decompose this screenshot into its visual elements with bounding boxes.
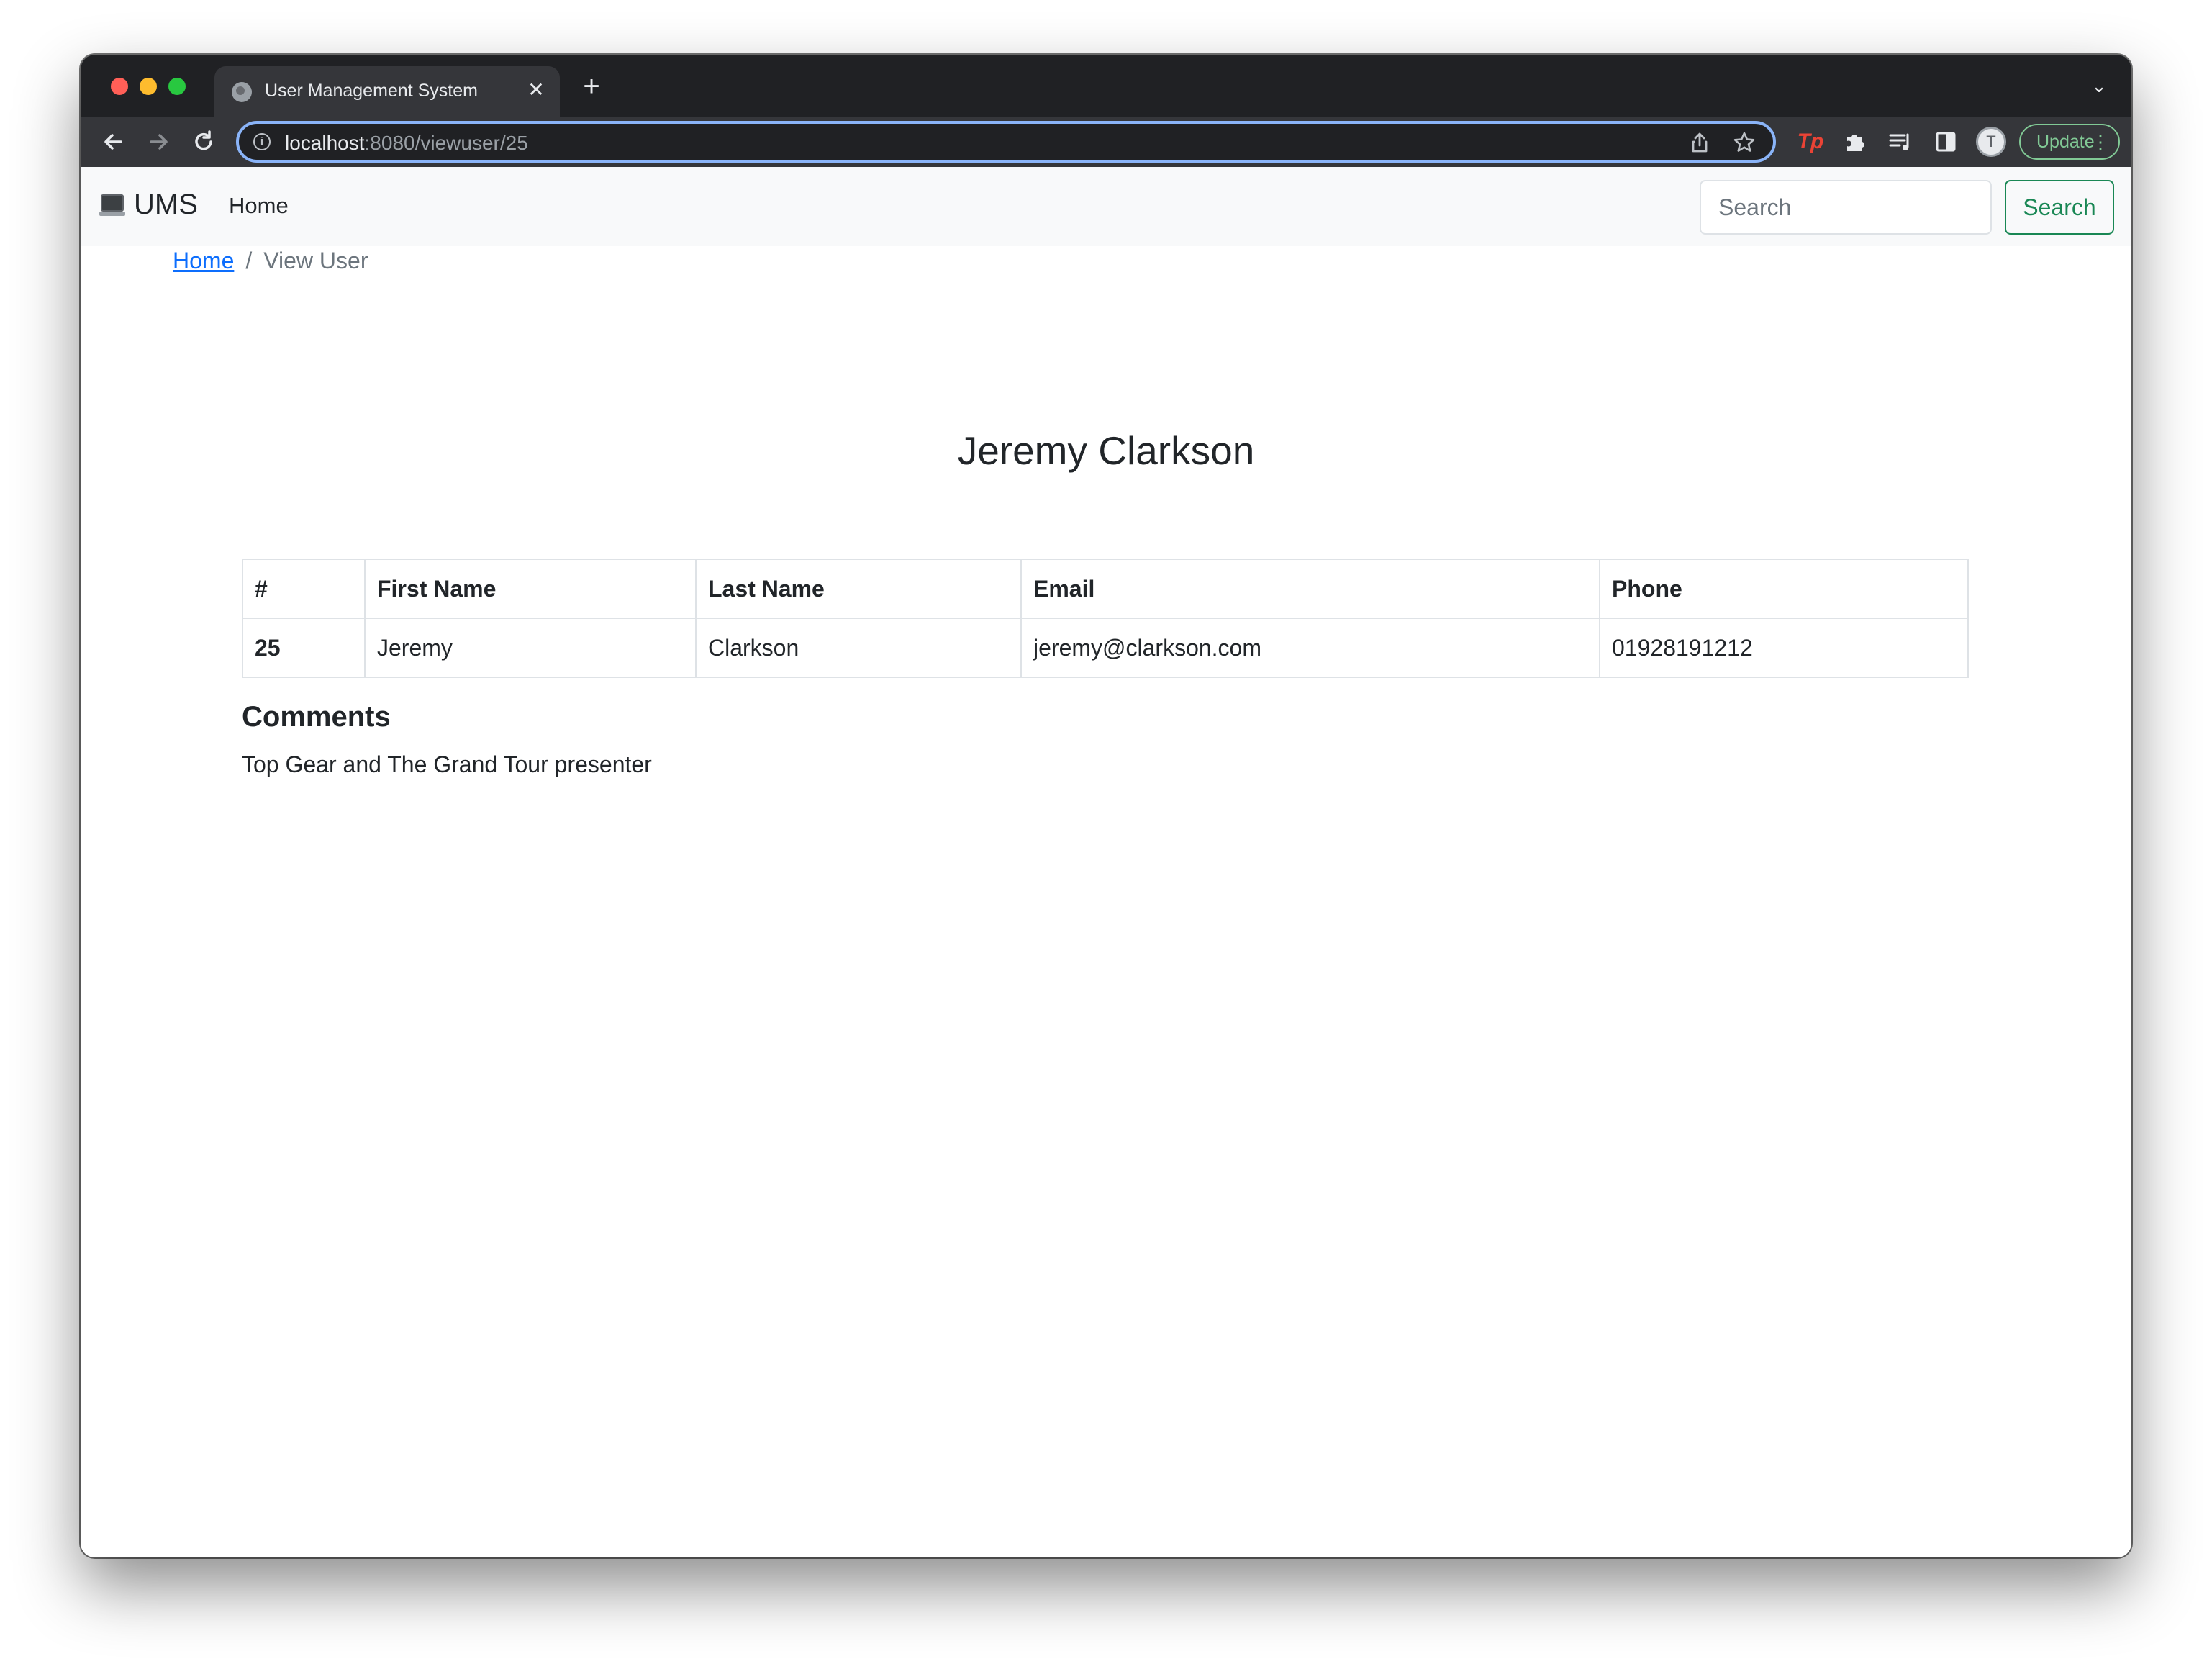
browser-window: User Management System ✕ + ⌄ i localhost…	[81, 55, 2131, 1557]
side-panel-icon[interactable]	[1931, 127, 1960, 156]
address-bar[interactable]: i localhost:8080/viewuser/25	[236, 121, 1776, 163]
breadcrumb-separator: /	[245, 248, 253, 273]
navbar: UMS Home Search	[81, 167, 2131, 246]
page-title: Jeremy Clarkson	[957, 428, 1255, 473]
desktop: User Management System ✕ + ⌄ i localhost…	[0, 0, 2212, 1664]
tab-user-management[interactable]: User Management System ✕	[214, 66, 560, 117]
search-button[interactable]: Search	[2005, 180, 2114, 235]
cell-first-name: Jeremy	[364, 618, 697, 678]
star-icon[interactable]	[1731, 130, 1757, 155]
close-window-button[interactable]	[111, 78, 128, 95]
more-menu-icon[interactable]: ⋮	[2091, 125, 2110, 158]
laptop-icon	[99, 194, 125, 216]
cell-id: 25	[242, 618, 366, 678]
minimize-window-button[interactable]	[140, 78, 157, 95]
profile-avatar[interactable]: T	[1976, 127, 2006, 157]
nav-home-link[interactable]: Home	[229, 193, 289, 219]
arrow-left-icon	[104, 134, 122, 150]
comments-heading: Comments	[242, 701, 391, 733]
tp-extension-icon[interactable]: Tp	[1796, 127, 1825, 156]
back-button[interactable]	[98, 127, 128, 157]
share-icon[interactable]	[1687, 130, 1713, 155]
page-content: UMS Home Search Home / View User Jeremy Cl…	[81, 167, 2131, 1557]
forward-button[interactable]	[144, 127, 174, 157]
column-header-first-name: First Name	[364, 559, 697, 619]
column-header-last-name: Last Name	[695, 559, 1022, 619]
search-input[interactable]	[1700, 180, 1992, 235]
close-icon[interactable]: ✕	[525, 79, 547, 101]
maximize-window-button[interactable]	[168, 78, 186, 95]
puzzle-icon[interactable]	[1841, 127, 1869, 156]
new-tab-button[interactable]: +	[577, 72, 606, 101]
table-row: 25 Jeremy Clarkson jeremy@clarkson.com 0…	[242, 618, 1969, 678]
cell-phone: 01928191212	[1599, 618, 1969, 678]
cell-email: jeremy@clarkson.com	[1020, 618, 1600, 678]
arrow-right-icon	[150, 134, 168, 150]
breadcrumb: Home / View User	[173, 248, 368, 274]
breadcrumb-current: View User	[263, 248, 368, 273]
comments-text: Top Gear and The Grand Tour presenter	[242, 751, 652, 777]
browser-toolbar: i localhost:8080/viewuser/25 Tp T Update…	[81, 117, 2131, 167]
chevron-down-icon[interactable]: ⌄	[2088, 75, 2110, 96]
column-header-email: Email	[1020, 559, 1600, 619]
brand-link[interactable]: UMS	[134, 189, 198, 221]
media-control-icon[interactable]	[1885, 127, 1914, 156]
reload-icon	[195, 130, 212, 150]
url-text[interactable]: localhost:8080/viewuser/25	[285, 132, 528, 155]
column-header-id: #	[242, 559, 366, 619]
column-header-phone: Phone	[1599, 559, 1969, 619]
user-table: # First Name Last Name Email Phone 25 Je…	[242, 559, 1969, 678]
update-button[interactable]: Update ⋮	[2019, 124, 2120, 160]
breadcrumb-home-link[interactable]: Home	[173, 248, 234, 273]
reload-button[interactable]	[189, 127, 219, 157]
tab-title: User Management System	[265, 81, 478, 101]
table-header-row: # First Name Last Name Email Phone	[242, 559, 1969, 619]
globe-icon	[232, 82, 252, 102]
tab-strip: User Management System ✕ + ⌄	[81, 55, 2131, 117]
info-icon[interactable]: i	[253, 133, 271, 150]
cell-last-name: Clarkson	[695, 618, 1022, 678]
